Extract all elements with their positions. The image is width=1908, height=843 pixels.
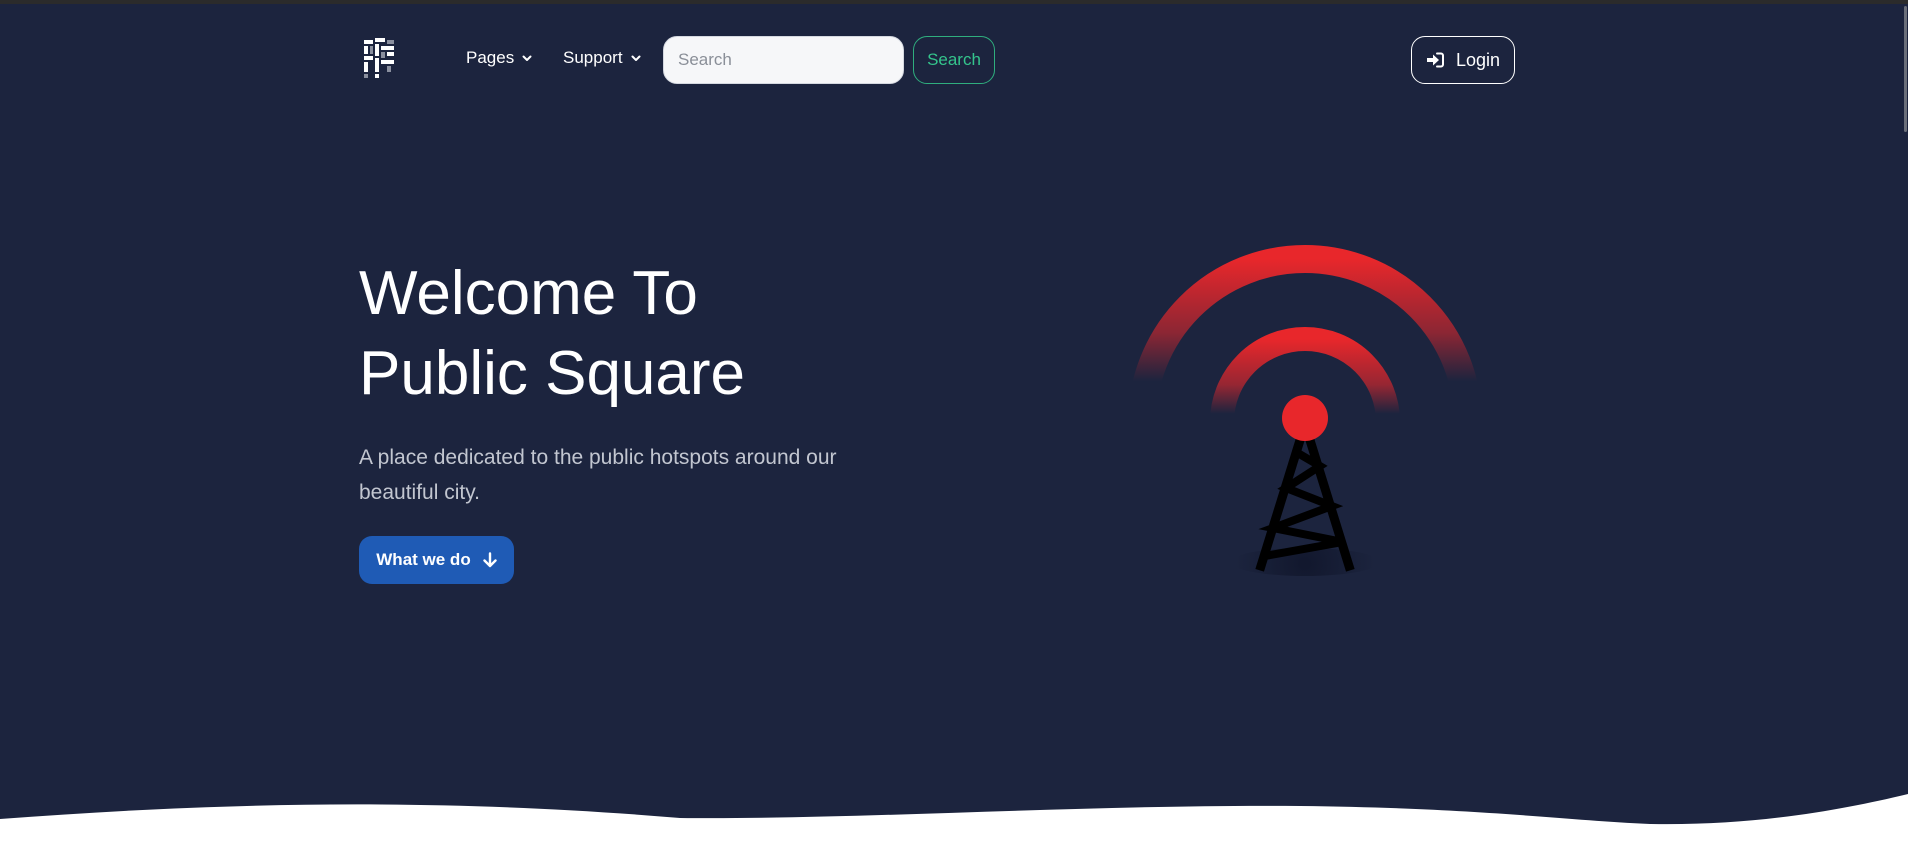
section-divider-wave xyxy=(0,794,1908,843)
arrow-down-icon xyxy=(483,552,497,568)
login-button[interactable]: Login xyxy=(1411,36,1515,84)
sign-in-icon xyxy=(1426,52,1444,68)
logo-icon[interactable] xyxy=(362,36,396,80)
scrollbar-thumb[interactable] xyxy=(1904,6,1907,132)
what-we-do-button[interactable]: What we do xyxy=(359,536,514,584)
hero-subtitle: A place dedicated to the public hotspots… xyxy=(359,446,837,504)
hero-title-line2: Public Square xyxy=(359,339,746,408)
nav-support-label: Support xyxy=(563,48,623,67)
hero-title: Welcome To Public Square xyxy=(359,254,959,414)
hero-title-line1: Welcome To xyxy=(359,259,698,328)
chevron-down-icon xyxy=(631,55,641,61)
scrollbar[interactable] xyxy=(1902,4,1908,839)
search-input[interactable] xyxy=(663,36,904,84)
what-we-do-label: What we do xyxy=(376,550,471,569)
chevron-down-icon xyxy=(522,55,532,61)
radio-tower-icon xyxy=(1130,245,1480,576)
nav-pages-dropdown[interactable]: Pages xyxy=(466,48,533,68)
nav-support-dropdown[interactable]: Support xyxy=(563,48,642,68)
page: Pages Support Search Login Welcome To Pu… xyxy=(0,4,1908,843)
login-label: Login xyxy=(1455,49,1501,70)
search-button[interactable]: Search xyxy=(913,36,995,84)
nav-pages-label: Pages xyxy=(466,48,515,67)
